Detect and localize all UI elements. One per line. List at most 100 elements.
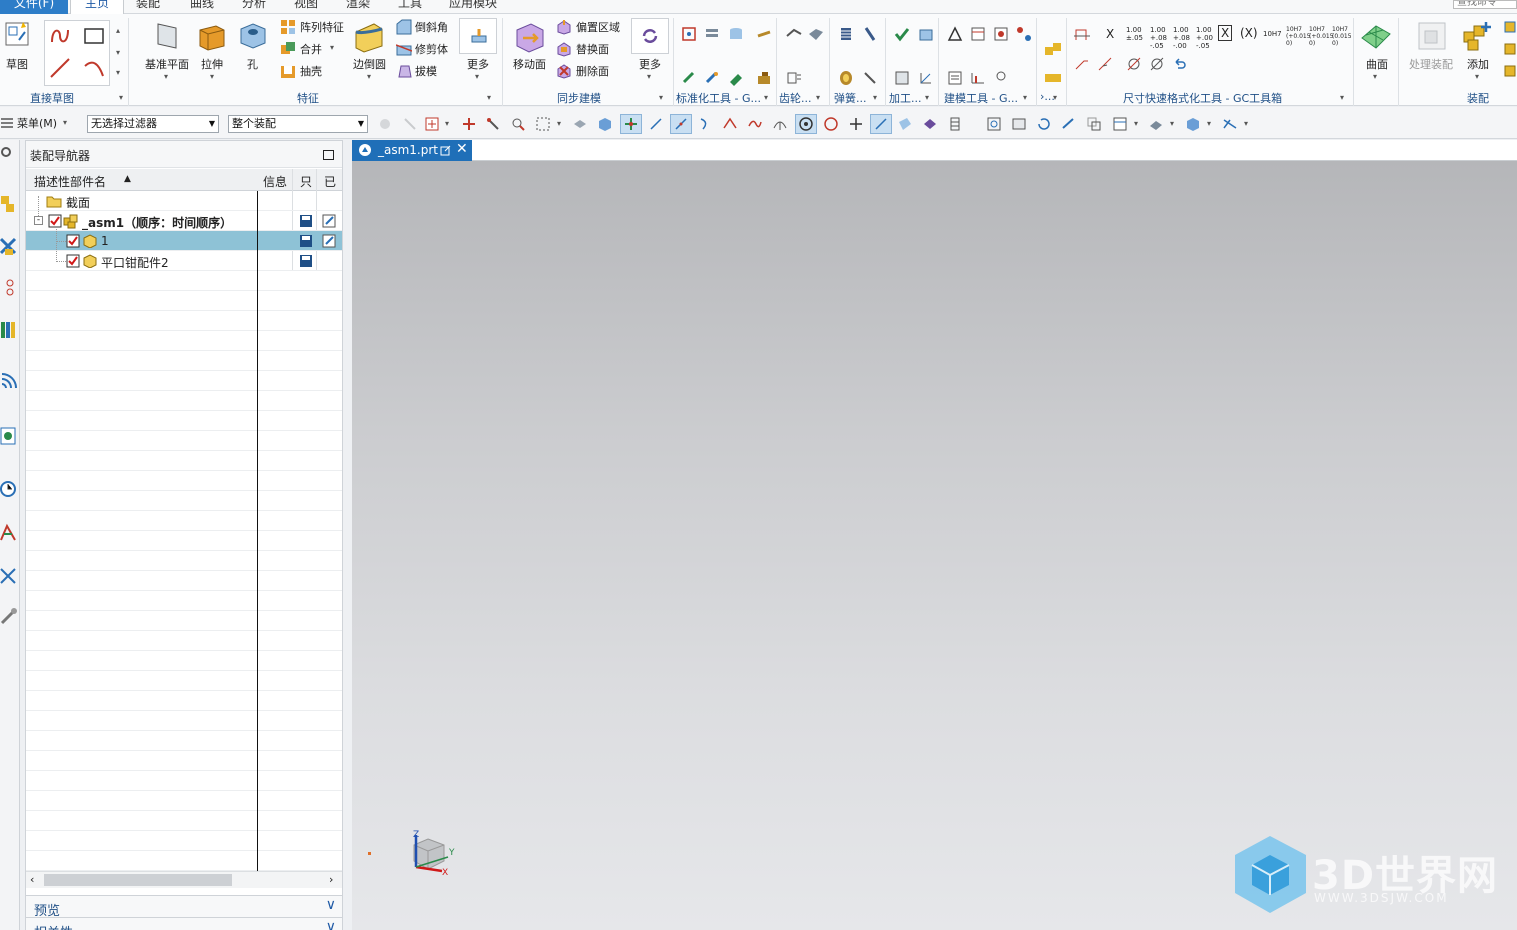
point-on-face-icon[interactable] — [897, 116, 913, 132]
dim-baseline-icon[interactable] — [1073, 26, 1091, 44]
menu-dropdown-icon[interactable]: ▾ — [63, 118, 67, 127]
dim-format-options-icon[interactable]: ▾ — [1340, 93, 1344, 102]
column-header-info[interactable]: 信息 — [263, 173, 287, 190]
gallery-scroll-down-icon[interactable]: ▾ — [116, 48, 120, 57]
std-fastener-icon[interactable] — [681, 70, 697, 86]
spring-delete-icon[interactable] — [862, 70, 878, 86]
profile-icon[interactable] — [48, 24, 72, 48]
misc-options-icon[interactable]: ▾ — [1053, 93, 1057, 102]
process-assembly-icon[interactable] — [1416, 20, 1448, 52]
dim-ref-x-label[interactable]: (X) — [1240, 26, 1258, 40]
wcs-icon[interactable] — [947, 116, 963, 132]
scroll-thumb[interactable] — [44, 874, 232, 886]
select-dropdown-icon[interactable]: ▾ — [445, 119, 449, 128]
dim-tol-1-label[interactable]: 1.00 ±.05 — [1126, 26, 1144, 42]
datum-plane-icon[interactable] — [152, 20, 182, 50]
spring-options-icon[interactable]: ▾ — [873, 93, 877, 102]
arc-icon[interactable] — [82, 56, 106, 80]
tab-application[interactable]: 应用模块 — [440, 0, 506, 14]
constraint-navigator-icon[interactable] — [0, 235, 18, 257]
component-selection-icon[interactable] — [377, 116, 393, 132]
new-parent-icon[interactable] — [1503, 18, 1517, 34]
mirror-assembly-icon[interactable] — [1503, 40, 1517, 56]
dim-x-label[interactable]: X — [1106, 27, 1114, 41]
component-filter-icon[interactable] — [597, 116, 613, 132]
spring-icon[interactable] — [838, 26, 854, 42]
horizontal-scrollbar[interactable]: ‹ › — [26, 871, 342, 888]
type-filter-select[interactable]: 无选择过滤器 ▼ — [87, 115, 219, 133]
preview-panel-header[interactable]: 预览 ∨ — [26, 895, 342, 919]
sync-group-options-icon[interactable]: ▾ — [659, 93, 663, 102]
dim-fit-1-label[interactable]: 10H7 — [1263, 30, 1282, 38]
view-triad[interactable]: Z Y X — [404, 829, 464, 875]
dim-angle-icon[interactable] — [1097, 56, 1113, 72]
rectangle-select-dropdown-icon[interactable]: ▾ — [557, 119, 561, 128]
sketch-icon[interactable] — [3, 20, 33, 50]
array-component-icon[interactable] — [1503, 62, 1517, 78]
intersection-point-icon[interactable] — [722, 116, 738, 132]
gallery-scroll-up-icon[interactable]: ▴ — [116, 26, 120, 35]
dim-boxed-x-label[interactable]: X — [1218, 25, 1233, 41]
maximize-icon[interactable] — [323, 150, 334, 160]
pan-icon[interactable] — [1061, 116, 1077, 132]
solid-body-filter-icon[interactable] — [572, 116, 588, 132]
settings-gear-icon[interactable] — [0, 145, 14, 159]
role-tools-icon[interactable] — [0, 605, 18, 627]
dim-undo-icon[interactable] — [1172, 56, 1188, 72]
std-part-icon[interactable] — [681, 26, 697, 42]
measure-tool-icon[interactable] — [970, 70, 986, 86]
std-stack-icon[interactable] — [704, 26, 720, 42]
shaded-edges-icon[interactable] — [1185, 116, 1201, 132]
gear-options-icon[interactable]: ▾ — [816, 93, 820, 102]
trim-body-icon[interactable] — [396, 41, 412, 57]
quadrant-point-icon[interactable] — [823, 116, 839, 132]
curve-point-icon[interactable] — [747, 116, 763, 132]
existing-point-icon[interactable] — [848, 116, 864, 132]
part-navigator-icon[interactable] — [0, 275, 18, 297]
column-header-readonly[interactable]: 只 — [300, 173, 312, 190]
machining-feature-icon[interactable] — [918, 26, 934, 42]
scroll-left-icon[interactable]: ‹ — [30, 873, 34, 886]
tab-home[interactable]: 主页 — [70, 0, 124, 14]
datum-plane-dropdown-icon[interactable]: ▾ — [164, 72, 168, 81]
column-header-modified[interactable]: 已 — [324, 173, 336, 190]
line-icon[interactable] — [48, 56, 72, 80]
dim-leader-icon[interactable] — [1074, 56, 1090, 72]
undock-icon[interactable] — [440, 145, 451, 156]
spring-helix-icon[interactable] — [862, 26, 878, 42]
dim-fit-2-label[interactable]: 10H7 (+0.015 0) — [1286, 26, 1311, 47]
select-by-name-icon[interactable] — [510, 116, 526, 132]
std-pin-icon[interactable] — [704, 70, 720, 86]
feature-group-options-icon[interactable]: ▾ — [487, 93, 491, 102]
scroll-right-icon[interactable]: › — [329, 873, 333, 886]
add-component-icon[interactable] — [1462, 18, 1494, 52]
helical-gear-icon[interactable] — [808, 26, 824, 42]
fit-tool-icon[interactable] — [993, 70, 1009, 86]
tab-file[interactable]: 文件(F) — [0, 0, 68, 14]
rectangle-select-icon[interactable] — [535, 116, 551, 132]
tab-render[interactable]: 渲染 — [338, 0, 378, 14]
tree-row-asm1[interactable]: - _asm1（顺序：时间顺序） — [26, 211, 342, 231]
list-tool-icon[interactable] — [947, 70, 963, 86]
arc-center-icon[interactable] — [772, 116, 788, 132]
chamfer-icon[interactable] — [396, 19, 412, 35]
column-header-name[interactable]: 描述性部件名 — [34, 173, 106, 190]
gear-analysis-icon[interactable] — [786, 70, 802, 86]
snap-point-icon[interactable] — [461, 116, 477, 132]
modeling-tools-options-icon[interactable]: ▾ — [1023, 93, 1027, 102]
rectangle-icon[interactable] — [82, 24, 106, 48]
gallery-expand-icon[interactable]: ▾ — [116, 68, 120, 77]
draft-icon[interactable] — [396, 63, 412, 79]
perspective-icon[interactable] — [1086, 116, 1102, 132]
shaded-edges-dropdown-icon[interactable]: ▾ — [1207, 119, 1211, 128]
triangle-tool-icon[interactable] — [947, 26, 963, 42]
tree-row-component-2[interactable]: 平口钳配件2 — [26, 251, 342, 271]
render-style-dropdown-icon[interactable]: ▾ — [1170, 119, 1174, 128]
dim-tol-3-label[interactable]: 1.00 +.08 -.00 — [1173, 26, 1191, 50]
selection-arrow-icon[interactable] — [402, 116, 418, 132]
orient-view-icon[interactable] — [1112, 116, 1128, 132]
feature-more-dropdown-icon[interactable]: ▾ — [475, 72, 479, 81]
table-tool-icon[interactable] — [970, 26, 986, 42]
offset-region-icon[interactable] — [556, 19, 572, 35]
quick-pick-icon[interactable] — [485, 116, 501, 132]
